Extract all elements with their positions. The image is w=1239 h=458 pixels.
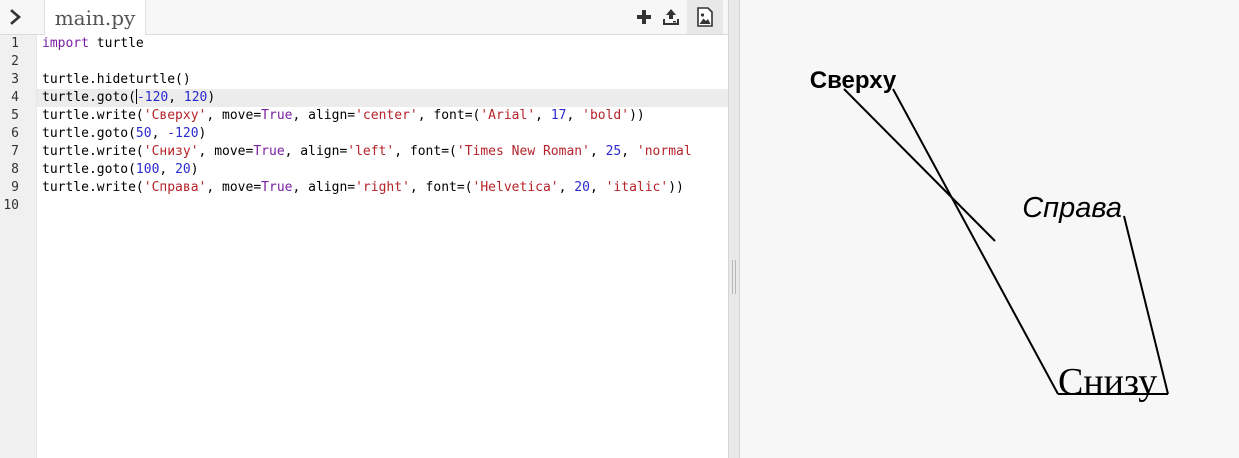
- code-token: ,: [589, 144, 606, 159]
- code-token: ,: [159, 162, 176, 177]
- code-token: , font=(: [409, 180, 473, 195]
- code-token: turtle.hideturtle(): [42, 72, 191, 87]
- code-token: 17: [550, 108, 567, 123]
- code-token: 'normal: [636, 144, 692, 159]
- code-line: turtle.hideturtle(): [42, 71, 191, 89]
- code-token: 20: [175, 162, 191, 177]
- code-token: 'left': [347, 144, 395, 159]
- code-line: import turtle: [42, 35, 144, 53]
- code-token: ,: [168, 90, 184, 105]
- line-number: 8: [11, 162, 19, 177]
- code-token: , font=(: [417, 108, 481, 123]
- code-line: turtle.goto(50, -120): [42, 125, 206, 143]
- code-token: 20: [574, 180, 590, 195]
- code-token: 'bold': [582, 108, 630, 123]
- upload-icon: [663, 9, 679, 25]
- line-number: 3: [11, 72, 19, 87]
- upload-button[interactable]: [657, 0, 685, 34]
- code-line: turtle.write('Снизу', move=True, align='…: [42, 143, 692, 161]
- code-token: ,: [566, 108, 583, 123]
- code-token: 100: [135, 162, 160, 177]
- code-token: 'center': [355, 108, 418, 123]
- plus-icon: [637, 10, 651, 24]
- code-line: turtle.goto(-120, 120): [42, 89, 215, 107]
- tab-bar: main.py: [0, 0, 728, 35]
- turtle-path-segment: [892, 88, 1059, 395]
- code-token: ): [198, 126, 207, 141]
- code-token: turtle.write(: [42, 180, 144, 195]
- code-line: turtle.write('Справа', move=True, align=…: [42, 179, 684, 197]
- code-token: 50: [135, 126, 152, 141]
- code-token: , move=: [206, 108, 262, 123]
- pane-resize-handle[interactable]: [728, 0, 740, 458]
- line-number: 6: [11, 126, 19, 141]
- code-token: turtle.write(: [42, 108, 144, 123]
- code-token: , font=(: [394, 144, 457, 159]
- sidebar-toggle-button[interactable]: [0, 0, 32, 34]
- code-token: , align=: [284, 144, 348, 159]
- code-token: ): [207, 90, 216, 105]
- canvas-text-bottom: Снизу: [1058, 361, 1157, 403]
- code-token: 'right': [355, 180, 410, 195]
- code-token: , align=: [292, 108, 356, 123]
- line-number: 10: [3, 198, 19, 213]
- code-token: turtle: [88, 36, 144, 51]
- code-token: turtle.write(: [42, 144, 144, 159]
- image-icon: [697, 7, 713, 27]
- code-line: turtle.write('Сверху', move=True, align=…: [42, 107, 645, 125]
- file-tab-label: main.py: [54, 5, 136, 30]
- code-token: ): [190, 162, 199, 177]
- chevron-right-icon: [10, 9, 21, 25]
- editor-pane: main.py 1 2 3 4 5 6 7 8 9 10 import turtle t: [0, 0, 728, 458]
- code-token: ,: [589, 180, 606, 195]
- line-number: 9: [11, 180, 19, 195]
- code-token: 120: [183, 90, 208, 105]
- canvas-text-top: Сверху: [810, 67, 897, 94]
- turtle-path-segment: [843, 88, 996, 242]
- file-tab-main-py[interactable]: main.py: [44, 0, 146, 35]
- code-token: 'Справа': [143, 180, 207, 195]
- line-number: 2: [11, 54, 19, 69]
- code-token: 'Сверху': [143, 108, 207, 123]
- code-token: True: [261, 180, 293, 195]
- code-token: 'Arial': [480, 108, 536, 123]
- code-token: )): [668, 180, 684, 195]
- code-token: ,: [535, 108, 551, 123]
- code-token: -120: [167, 126, 199, 141]
- line-number: 7: [11, 144, 19, 159]
- code-token: ,: [151, 126, 168, 141]
- line-number: 4: [11, 90, 19, 105]
- image-output-button[interactable]: [687, 0, 723, 34]
- code-token: turtle.goto(: [42, 162, 136, 177]
- code-token: , align=: [292, 180, 356, 195]
- code-token: 'italic': [605, 180, 669, 195]
- add-file-button[interactable]: [630, 0, 658, 34]
- code-token: ,: [621, 144, 637, 159]
- code-line: turtle.goto(100, 20): [42, 161, 199, 179]
- code-token: turtle.goto(: [42, 90, 136, 105]
- line-number: 5: [11, 108, 19, 123]
- line-number: 1: [11, 36, 19, 51]
- code-token: , move=: [206, 180, 262, 195]
- code-token: turtle.goto(: [42, 126, 136, 141]
- code-token: )): [629, 108, 645, 123]
- code-editor[interactable]: import turtle turtle.hideturtle() turtle.g…: [37, 35, 728, 458]
- grip-icon: [732, 260, 736, 294]
- canvas-text-right: Справа: [1022, 192, 1122, 224]
- code-token: 'Times New Roman': [456, 144, 590, 159]
- code-token: , move=: [198, 144, 254, 159]
- code-token: 25: [605, 144, 622, 159]
- code-token: 'Снизу': [143, 144, 199, 159]
- turtle-drawing: Сверху Снизу Справа: [810, 67, 1169, 403]
- code-token: ,: [558, 180, 575, 195]
- turtle-canvas: Сверху Снизу Справа: [740, 0, 1239, 458]
- line-number-gutter: 1 2 3 4 5 6 7 8 9 10: [0, 35, 37, 458]
- code-token: 'Helvetica': [472, 180, 559, 195]
- code-token: True: [253, 144, 285, 159]
- code-token: -120: [136, 90, 169, 105]
- code-token: True: [261, 108, 293, 123]
- code-token: import: [42, 36, 89, 51]
